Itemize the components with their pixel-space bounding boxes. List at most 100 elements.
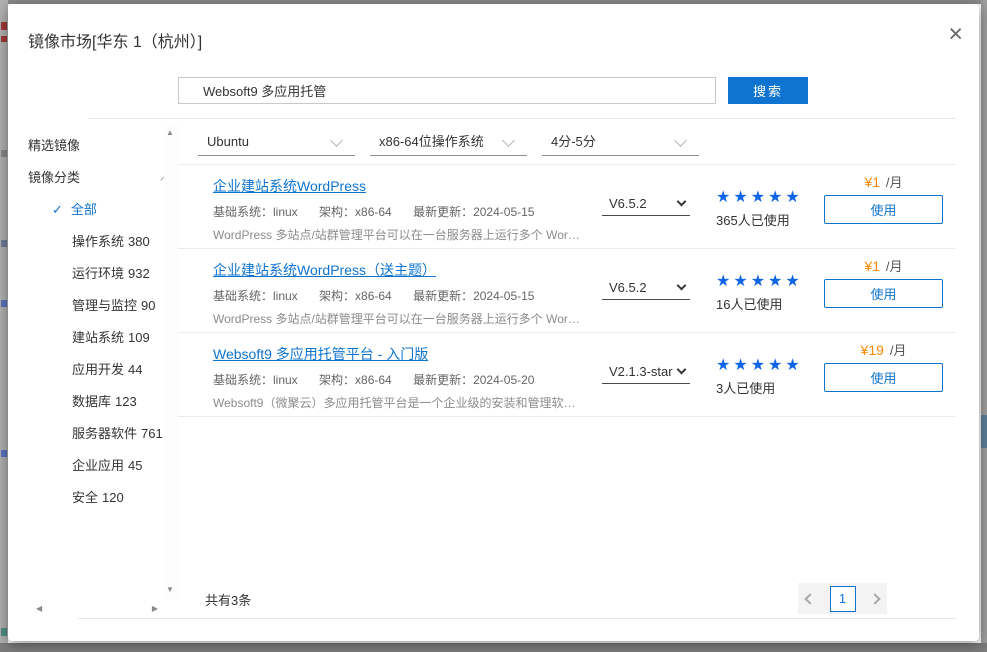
pagination: 1 (798, 583, 887, 614)
product-title-link[interactable]: 企业建站系统WordPress（送主题） (213, 260, 436, 280)
star-rating: ★★★★★ (716, 357, 816, 375)
usage-count: 3人已使用 (716, 378, 816, 397)
filter-value: x86-64位操作系统 (379, 134, 484, 149)
price-unit: /月 (886, 259, 903, 274)
version-select[interactable]: V6.5.2 (602, 194, 690, 216)
product-info: 企业建站系统WordPress 基础系统：linux 架构：x86-64 最新更… (213, 165, 602, 248)
scroll-right-icon[interactable]: ▶ (152, 604, 158, 613)
product-description: WordPress 多站点/站群管理平台可以在一台服务器上运行多个 Wor… (213, 310, 602, 327)
sidebar-item-monitoring[interactable]: 管理与监控90 (28, 290, 160, 322)
price-unit: /月 (886, 175, 903, 190)
filter-select-arch[interactable]: x86-64位操作系统 (370, 130, 527, 156)
chevron-down-icon (502, 134, 515, 147)
image-market-dialog: 镜像市场[华东 1（杭州）] × 搜索 精选镜像 镜像分类 ✓全部 操作系统38… (8, 4, 979, 641)
scroll-left-icon[interactable]: ◀ (36, 604, 42, 613)
version-select[interactable]: V6.5.2 (602, 278, 690, 300)
filter-select-os[interactable]: Ubuntu (198, 130, 355, 156)
sidebar-item-enterprise[interactable]: 企业应用45 (28, 450, 160, 482)
background-artifact (1, 36, 7, 42)
chevron-down-icon (677, 281, 687, 291)
sidebar-item-security[interactable]: 安全 120 (28, 482, 160, 514)
category-sidebar: 精选镜像 镜像分类 ✓全部 操作系统 380 运行环境932 管理与监控90 建站… (28, 130, 160, 514)
product-description: WordPress 多站点/站群管理平台可以在一台服务器上运行多个 Wor… (213, 226, 602, 243)
sidebar-count: 380 (128, 234, 150, 249)
sidebar-label: 操作系统 (72, 234, 124, 249)
sidebar-count: 120 (102, 490, 124, 505)
product-row: 企业建站系统WordPress 基础系统：linux 架构：x86-64 最新更… (178, 165, 956, 249)
sidebar-label: 运行环境 (72, 266, 124, 281)
scroll-up-icon[interactable]: ▲ (166, 128, 174, 137)
search-input[interactable] (178, 77, 716, 104)
chevron-down-icon (330, 134, 343, 147)
version-select[interactable]: V2.1.3-star (602, 362, 690, 384)
use-button[interactable]: 使用 (824, 279, 943, 308)
rating-block: ★★★★★ 16人已使用 (716, 273, 816, 332)
sidebar-item-os[interactable]: 操作系统 380 (28, 226, 160, 258)
product-title-link[interactable]: Websoft9 多应用托管平台 - 入门版 (213, 344, 428, 364)
check-icon: ✓ (52, 202, 63, 217)
product-info: 企业建站系统WordPress（送主题） 基础系统：linux 架构：x86-6… (213, 249, 602, 332)
meta-base-system: 基础系统：linux (213, 205, 298, 219)
sidebar-section-categories[interactable]: 镜像分类 (28, 162, 160, 194)
background-page-bottom (0, 643, 987, 652)
sidebar-item-runtime[interactable]: 运行环境932 (28, 258, 160, 290)
sidebar-label: 数据库 (72, 394, 111, 409)
use-button[interactable]: 使用 (824, 195, 943, 224)
price: ¥1 /月 (816, 256, 951, 274)
star-rating: ★★★★★ (716, 189, 816, 207)
background-scrollbar-thumb (981, 415, 987, 448)
sidebar-item-database[interactable]: 数据库 123 (28, 386, 160, 418)
sidebar-item-appdev[interactable]: 应用开发 44 (28, 354, 160, 386)
price-unit: /月 (890, 343, 907, 358)
background-artifact (1, 240, 7, 247)
sidebar-item-featured[interactable]: 精选镜像 (28, 130, 160, 162)
product-meta: 基础系统：linux 架构：x86-64 最新更新：2024-05-15 (213, 203, 602, 220)
sidebar-item-website[interactable]: 建站系统 109 (28, 322, 160, 354)
product-meta: 基础系统：linux 架构：x86-64 最新更新：2024-05-15 (213, 287, 602, 304)
meta-architecture: 架构：x86-64 (319, 373, 392, 387)
meta-last-updated: 最新更新：2024-05-15 (413, 289, 534, 303)
product-info: Websoft9 多应用托管平台 - 入门版 基础系统：linux 架构：x86… (213, 333, 602, 416)
usage-count: 365人已使用 (716, 210, 816, 229)
price-amount: ¥1 (864, 258, 880, 274)
background-artifact (1, 22, 7, 30)
sidebar-label: 安全 (72, 490, 98, 505)
close-icon[interactable]: × (948, 22, 963, 47)
meta-last-updated: 最新更新：2024-05-15 (413, 205, 534, 219)
filter-select-rating[interactable]: 4分-5分 (542, 130, 699, 156)
chevron-down-icon (674, 134, 687, 147)
sidebar-label: 应用开发 (72, 362, 124, 377)
page-number-button[interactable]: 1 (830, 586, 856, 612)
filter-value: 4分-5分 (551, 134, 596, 149)
sidebar-count: 45 (128, 458, 142, 473)
background-artifact (1, 628, 7, 636)
price: ¥19 /月 (816, 340, 951, 358)
search-button[interactable]: 搜索 (728, 77, 808, 104)
purchase-block: ¥1 /月 使用 (816, 249, 951, 332)
meta-last-updated: 最新更新：2024-05-20 (413, 373, 534, 387)
sidebar-label: 建站系统 (72, 330, 124, 345)
use-button[interactable]: 使用 (824, 363, 943, 392)
product-title-link[interactable]: 企业建站系统WordPress (213, 176, 366, 196)
meta-base-system: 基础系统：linux (213, 289, 298, 303)
sidebar-label: 精选镜像 (28, 138, 80, 153)
purchase-block: ¥1 /月 使用 (816, 165, 951, 248)
star-rating: ★★★★★ (716, 273, 816, 291)
sidebar-count: 123 (115, 394, 137, 409)
sidebar-count: 44 (128, 362, 142, 377)
sidebar-horizontal-scrollbar[interactable]: ◀ ▶ (32, 602, 162, 616)
price: ¥1 /月 (816, 172, 951, 190)
page-prev-icon[interactable] (804, 593, 815, 604)
filter-bar: Ubuntu x86-64位操作系统 4分-5分 (178, 118, 956, 165)
product-meta: 基础系统：linux 架构：x86-64 最新更新：2024-05-20 (213, 371, 602, 388)
scroll-down-icon[interactable]: ▼ (166, 585, 174, 594)
sidebar-item-all[interactable]: ✓全部 (28, 194, 160, 226)
results-area: Ubuntu x86-64位操作系统 4分-5分 企业建站系统WordPress (178, 118, 956, 417)
sidebar-vertical-scrollbar[interactable]: ▲ ▼ (164, 124, 179, 600)
purchase-block: ¥19 /月 使用 (816, 333, 951, 416)
version-value: V6.5.2 (609, 280, 647, 295)
sidebar-count: 109 (128, 330, 150, 345)
screen: 镜像市场[华东 1（杭州）] × 搜索 精选镜像 镜像分类 ✓全部 操作系统38… (0, 0, 987, 652)
sidebar-item-server-software[interactable]: 服务器软件761 (28, 418, 160, 450)
page-next-icon[interactable] (869, 593, 880, 604)
